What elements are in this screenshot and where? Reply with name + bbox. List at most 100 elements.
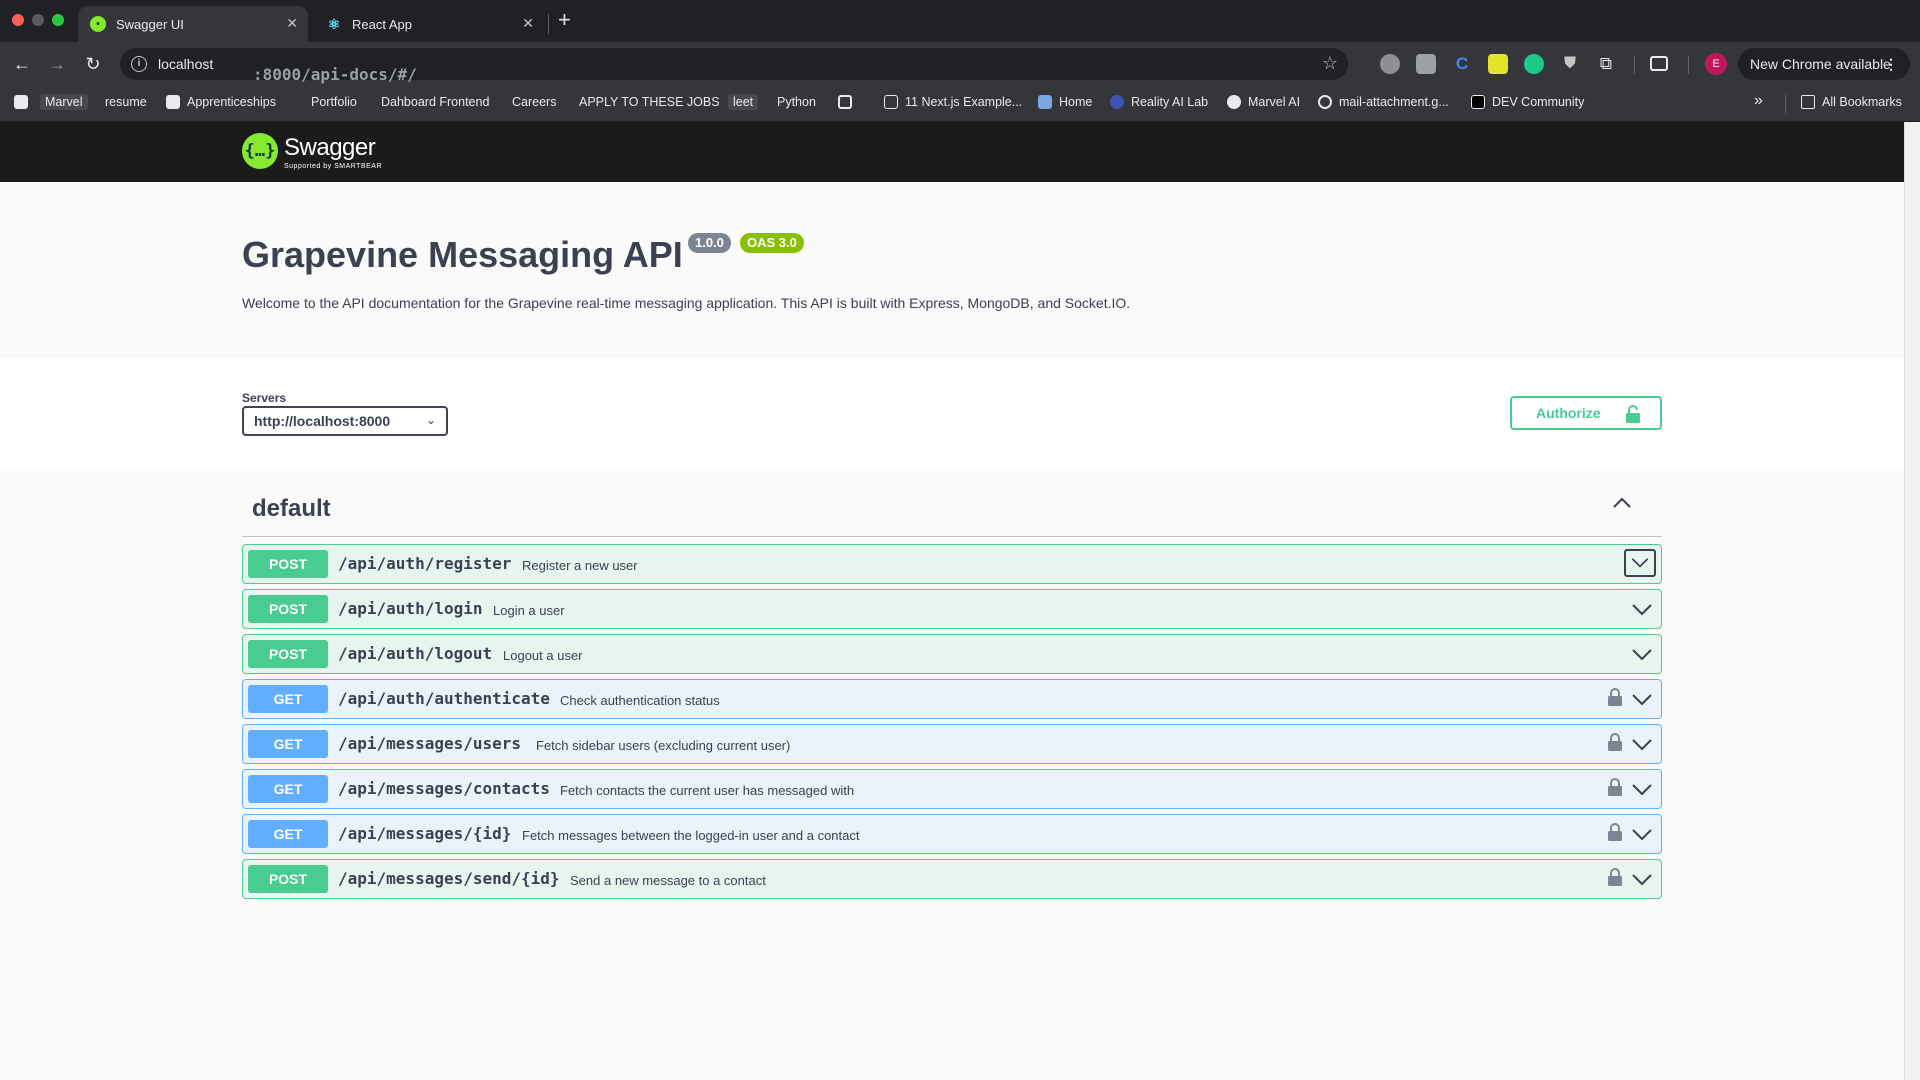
lock-icon[interactable] bbox=[1607, 777, 1623, 797]
operation-register[interactable]: POST /api/auth/register Register a new u… bbox=[242, 544, 1662, 584]
operation-messages-by-id[interactable]: GET /api/messages/{id} Fetch messages be… bbox=[242, 814, 1662, 854]
servers-select[interactable]: http://localhost:8000 ⌄ bbox=[242, 406, 448, 436]
chevron-down-icon[interactable] bbox=[1629, 643, 1655, 667]
chevron-up-icon[interactable] bbox=[1612, 495, 1632, 509]
server-selected-value: http://localhost:8000 bbox=[254, 413, 391, 429]
new-tab-button[interactable]: + bbox=[558, 9, 571, 31]
bookmark-dev-community[interactable]: DEV Community bbox=[1471, 95, 1584, 109]
tab-react-app[interactable]: ⚛ React App ✕ bbox=[314, 6, 544, 42]
bookmark-leet[interactable]: leet bbox=[728, 94, 759, 110]
authorize-button[interactable]: Authorize bbox=[1510, 396, 1662, 430]
swagger-favicon-icon: • bbox=[90, 16, 106, 32]
chrome-menu-icon[interactable]: ⋮ bbox=[1884, 48, 1898, 80]
close-window-button[interactable] bbox=[12, 14, 24, 26]
method-badge: GET bbox=[248, 820, 328, 848]
operation-path: /api/messages/{id} bbox=[338, 824, 512, 843]
tab-title: React App bbox=[352, 16, 412, 32]
bookmark-mail-attachment[interactable]: mail-attachment.g... bbox=[1318, 95, 1449, 109]
tab-swagger-ui[interactable]: • Swagger UI ✕ bbox=[78, 6, 308, 42]
yellow-extension-icon[interactable] bbox=[1488, 54, 1508, 74]
bookmark-resume[interactable]: resume bbox=[105, 95, 147, 109]
browser-tab-strip: • Swagger UI ✕ ⚛ React App ✕ + bbox=[0, 0, 1920, 42]
operation-path: /api/auth/authenticate bbox=[338, 689, 550, 708]
new-chrome-available-button[interactable]: New Chrome available ⋮ bbox=[1738, 48, 1910, 80]
operation-path: /api/auth/logout bbox=[338, 644, 493, 663]
address-url[interactable]: localhost:8000/api-docs/#/ bbox=[158, 56, 417, 84]
chevron-down-icon[interactable] bbox=[1624, 549, 1656, 577]
bookmark-reality-ai-lab[interactable]: Reality AI Lab bbox=[1110, 95, 1208, 109]
servers-section: Servers http://localhost:8000 ⌄ Authoriz… bbox=[0, 358, 1904, 468]
operation-login[interactable]: POST /api/auth/login Login a user bbox=[242, 589, 1662, 629]
tab-search-icon[interactable] bbox=[1650, 56, 1668, 71]
back-arrow-icon[interactable]: ← bbox=[10, 52, 34, 76]
operation-logout[interactable]: POST /api/auth/logout Logout a user bbox=[242, 634, 1662, 674]
operation-send-message[interactable]: POST /api/messages/send/{id} Send a new … bbox=[242, 859, 1662, 899]
chevron-down-icon[interactable] bbox=[1629, 598, 1655, 622]
close-tab-icon[interactable]: ✕ bbox=[286, 15, 298, 32]
lock-icon[interactable] bbox=[1607, 687, 1623, 707]
bookmark-apply-jobs[interactable]: APPLY TO THESE JOBS bbox=[579, 95, 720, 109]
address-bar[interactable]: i localhost:8000/api-docs/#/ ☆ bbox=[120, 48, 1348, 84]
swagger-topbar: {…} Swagger Supported by SMARTBEAR bbox=[0, 122, 1904, 182]
profile-avatar[interactable]: E bbox=[1705, 53, 1727, 75]
version-badge: 1.0.0 bbox=[688, 233, 731, 253]
c-extension-icon[interactable]: C bbox=[1452, 54, 1472, 74]
bookmark-apprenticeships[interactable]: Apprenticeships bbox=[166, 95, 276, 109]
method-badge: GET bbox=[248, 775, 328, 803]
operation-authenticate[interactable]: GET /api/auth/authenticate Check authent… bbox=[242, 679, 1662, 719]
grammar-extension-icon[interactable] bbox=[1524, 54, 1544, 74]
swagger-brand-sub: Supported by SMARTBEAR bbox=[284, 163, 383, 170]
chevron-down-icon[interactable] bbox=[1629, 733, 1655, 757]
swagger-logo-icon[interactable]: {…} bbox=[242, 133, 278, 169]
swagger-brand[interactable]: Swagger bbox=[284, 134, 376, 162]
bookmark-nextjs-examples[interactable]: 11 Next.js Example... bbox=[884, 95, 1022, 109]
lock-icon[interactable] bbox=[1607, 822, 1623, 842]
operation-summary: Fetch contacts the current user has mess… bbox=[560, 783, 855, 798]
bookmark-python[interactable]: Python bbox=[777, 95, 816, 109]
authorize-label: Authorize bbox=[1536, 405, 1601, 421]
method-badge: POST bbox=[248, 550, 328, 578]
operation-path: /api/auth/register bbox=[338, 554, 512, 573]
operation-path: /api/messages/users bbox=[338, 734, 522, 753]
bookmark-marvel[interactable]: Marvel bbox=[40, 94, 88, 110]
tag-divider bbox=[242, 536, 1662, 537]
tag-default-title[interactable]: default bbox=[252, 495, 331, 523]
apps-grid-icon[interactable] bbox=[838, 95, 852, 109]
reload-icon[interactable]: ↻ bbox=[81, 52, 105, 76]
lock-icon[interactable] bbox=[1607, 867, 1623, 887]
bookmarks-bar: Marvel resume Apprenticeships Portfolio … bbox=[0, 86, 1920, 122]
oas-badge: OAS 3.0 bbox=[740, 233, 804, 253]
bookmarks-overflow-icon[interactable]: » bbox=[1754, 92, 1763, 110]
swagger-page: {…} Swagger Supported by SMARTBEAR Grape… bbox=[0, 122, 1904, 1080]
zoom-window-button[interactable] bbox=[52, 14, 64, 26]
servers-label: Servers bbox=[242, 391, 287, 405]
operation-messages-contacts[interactable]: GET /api/messages/contacts Fetch contact… bbox=[242, 769, 1662, 809]
method-badge: POST bbox=[248, 865, 328, 893]
bookmark-dashboard-frontend[interactable]: Dahboard Frontend bbox=[381, 95, 489, 109]
tab-title: Swagger UI bbox=[116, 16, 184, 32]
lock-icon[interactable] bbox=[1607, 732, 1623, 752]
page-scrollbar[interactable] bbox=[1904, 122, 1920, 1080]
all-bookmarks-folder[interactable]: All Bookmarks bbox=[1801, 95, 1902, 109]
shield-extension-icon[interactable]: ⛊ bbox=[1560, 54, 1580, 74]
bookmark-portfolio[interactable]: Portfolio bbox=[311, 95, 357, 109]
note-extension-icon[interactable] bbox=[1416, 54, 1436, 74]
toolbar-separator bbox=[1634, 56, 1635, 74]
close-tab-icon[interactable]: ✕ bbox=[522, 15, 534, 32]
chevron-down-icon[interactable] bbox=[1629, 823, 1655, 847]
operation-messages-users[interactable]: GET /api/messages/users Fetch sidebar us… bbox=[242, 724, 1662, 764]
forward-arrow-icon[interactable]: → bbox=[45, 52, 69, 76]
chevron-down-icon[interactable] bbox=[1629, 778, 1655, 802]
bookmark-star-icon[interactable]: ☆ bbox=[1322, 53, 1338, 74]
chevron-down-icon[interactable] bbox=[1629, 868, 1655, 892]
bookmark-folder-icon[interactable] bbox=[14, 95, 28, 109]
site-info-icon[interactable]: i bbox=[131, 56, 147, 72]
operation-summary: Send a new message to a contact bbox=[570, 873, 766, 888]
adblock-extension-icon[interactable] bbox=[1380, 54, 1400, 74]
bookmark-home[interactable]: Home bbox=[1038, 95, 1092, 109]
chevron-down-icon[interactable] bbox=[1629, 688, 1655, 712]
extensions-puzzle-icon[interactable]: ⧉ bbox=[1596, 54, 1616, 74]
bookmark-careers[interactable]: Careers bbox=[512, 95, 556, 109]
bookmark-marvel-ai[interactable]: Marvel AI bbox=[1227, 95, 1300, 109]
minimize-window-button[interactable] bbox=[32, 14, 44, 26]
